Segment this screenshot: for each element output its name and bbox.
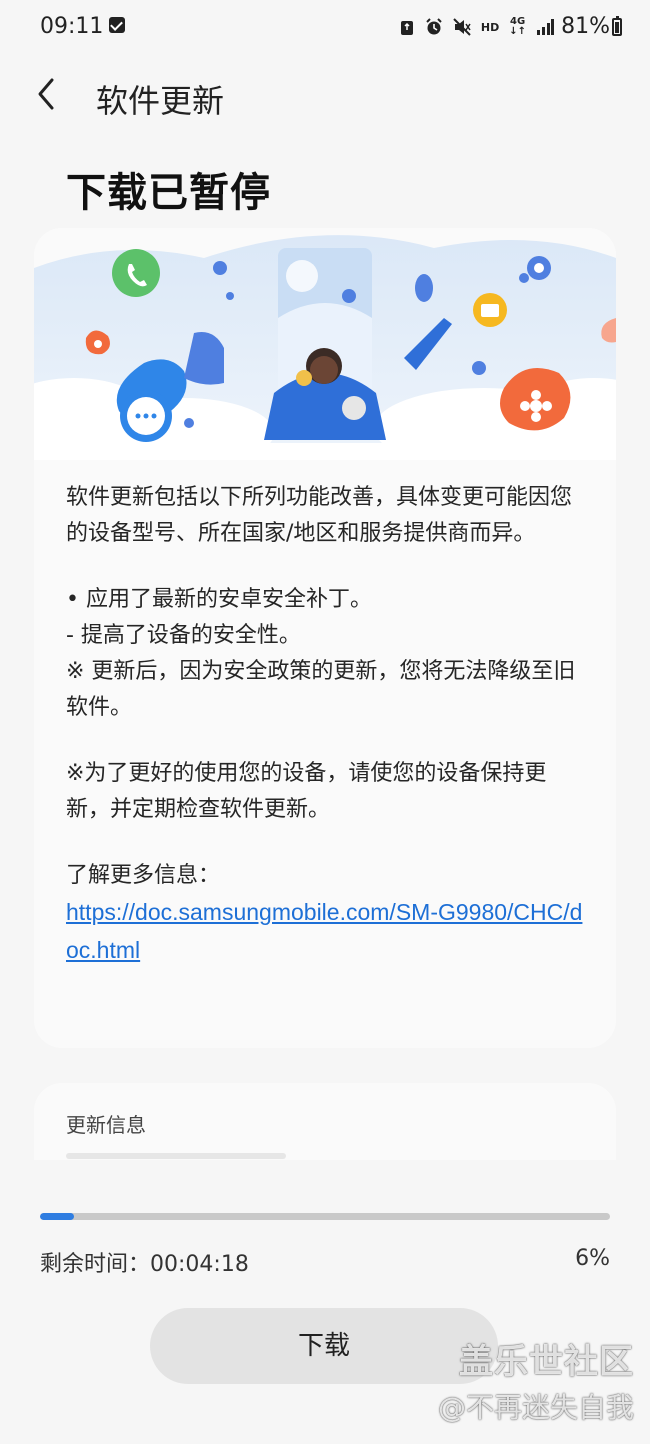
learn-more-label: 了解更多信息： (66, 863, 221, 888)
progress-percent: 6% (575, 1246, 610, 1271)
remaining-time-value: 00:04:18 (150, 1252, 249, 1277)
checkbox-notification-icon (109, 17, 125, 33)
hd-voice-icon: HD (480, 20, 500, 34)
mute-icon (453, 18, 471, 36)
battery-icon (612, 16, 622, 36)
battery-percent: 81% (561, 14, 610, 39)
note-keep-updated: ※为了更好的使用您的设备，请使您的设备保持更新，并定期检查软件更新。 (66, 761, 547, 822)
network-4g-icon: 4G ↓↑ (509, 16, 526, 37)
app-title: 软件更新 (96, 82, 225, 120)
update-info-peek-text (66, 1153, 286, 1159)
chevron-left-icon (38, 78, 54, 110)
folder-app-icon (473, 293, 507, 327)
update-illustration (34, 228, 616, 468)
signal-icon (537, 19, 554, 35)
remaining-time: 剩余时间：00:04:18 (40, 1246, 249, 1278)
download-progress-fill (40, 1213, 75, 1220)
alarm-icon (426, 18, 442, 35)
settings-app-icon (527, 256, 551, 280)
page-title: 下载已暂停 (66, 170, 271, 216)
illustration-svg (34, 228, 616, 468)
app-bar: 软件更新 (0, 60, 650, 130)
download-button[interactable]: 下载 (150, 1308, 498, 1384)
status-time: 09:11 (40, 14, 104, 39)
description-paragraph: 软件更新包括以下所列功能改善，具体变更可能因您的设备型号、所在国家/地区和服务提… (66, 485, 573, 546)
scroll-fade (0, 1160, 650, 1210)
status-icons: HD 4G ↓↑ (399, 15, 554, 39)
update-info-title: 更新信息 (66, 1113, 146, 1137)
bullet-security-patch: • 应用了最新的安卓安全补丁。 (66, 587, 372, 612)
description-card[interactable]: 软件更新包括以下所列功能改善，具体变更可能因您的设备型号、所在国家/地区和服务提… (34, 228, 616, 1048)
watermark-user: @不再迷失自我 (437, 1391, 634, 1424)
download-progress-bar (40, 1213, 610, 1220)
back-button[interactable] (26, 72, 70, 116)
note-no-downgrade: ※ 更新后，因为安全政策的更新，您将无法降级至旧软件。 (66, 659, 576, 720)
phone-app-icon (112, 249, 160, 297)
watermark-community: 盖乐世社区 (459, 1342, 634, 1382)
network-4g-label: 4G (510, 16, 526, 27)
status-bar: 09:11 HD 4G ↓↑ 81% (0, 0, 650, 56)
remaining-time-label: 剩余时间： (40, 1252, 151, 1277)
learn-more-link[interactable]: https://doc.samsungmobile.com/SM-G9980/C… (66, 899, 582, 963)
description-text: 软件更新包括以下所列功能改善，具体变更可能因您的设备型号、所在国家/地区和服务提… (66, 480, 586, 970)
bullet-security-improved: - 提高了设备的安全性。 (66, 623, 301, 648)
recycle-icon (400, 21, 413, 35)
